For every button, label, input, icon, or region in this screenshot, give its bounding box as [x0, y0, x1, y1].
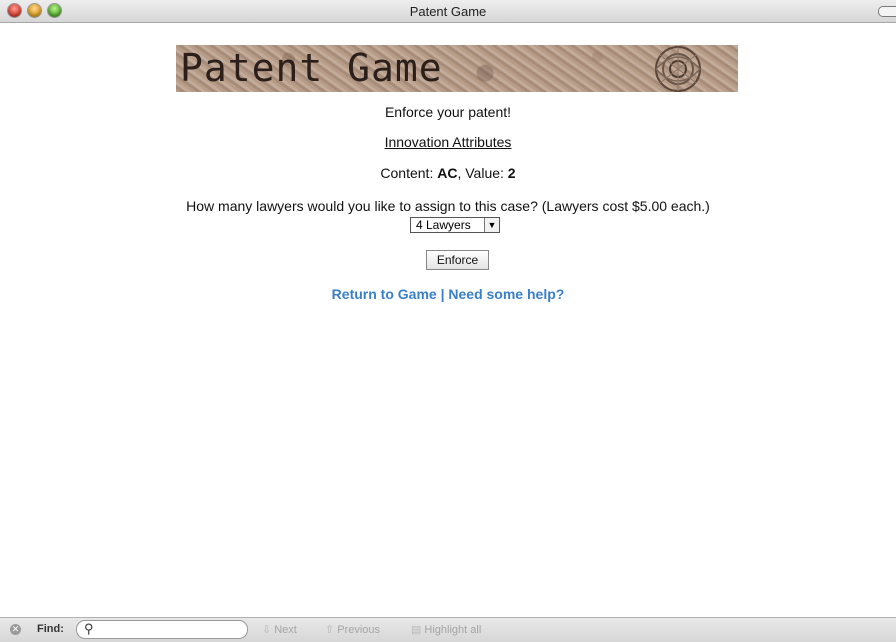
attributes-link-row: Innovation Attributes [0, 134, 896, 150]
innovation-attributes-link[interactable]: Innovation Attributes [385, 134, 512, 150]
arrow-up-icon: ⇧ [325, 624, 335, 636]
highlight-all-button[interactable]: ▤ Highlight all [411, 623, 481, 636]
content-value-line: Content: AC, Value: 2 [0, 165, 896, 181]
page-content: Patent Game Enforce your patent! Innovat… [0, 23, 896, 617]
banner-logo-text: Patent Game [180, 46, 443, 90]
find-input[interactable]: ⚲ [76, 620, 248, 639]
lawyers-question: How many lawyers would you like to assig… [186, 198, 710, 214]
find-next-button[interactable]: ⇩ Next [262, 623, 297, 636]
content-label: Content: [380, 165, 438, 181]
value-value: 2 [507, 165, 516, 181]
ornament-icon [655, 46, 702, 92]
page-heading: Enforce your patent! [384, 104, 512, 120]
chevron-down-icon[interactable]: ▼ [484, 218, 499, 232]
close-icon[interactable]: ✕ [10, 624, 21, 635]
find-label: Find: [37, 623, 64, 635]
window-title: Patent Game [409, 4, 487, 19]
need-help-link[interactable]: Need some help? [448, 286, 564, 302]
lawyers-select[interactable]: 4 Lawyers ▼ [410, 217, 500, 233]
arrow-down-icon: ⇩ [262, 624, 272, 636]
lawyers-select-value: 4 Lawyers [416, 218, 471, 232]
content-value: AC [437, 165, 458, 181]
footer-links: Return to Game | Need some help? [0, 286, 896, 302]
search-icon: ⚲ [84, 621, 94, 636]
find-next-label: Next [274, 624, 297, 636]
toolbar-toggle-button[interactable] [878, 6, 896, 17]
window-titlebar: Patent Game [0, 0, 896, 23]
highlight-icon: ▤ [411, 624, 422, 636]
value-label: , Value: [457, 165, 508, 181]
link-separator: | [436, 286, 449, 302]
find-previous-button[interactable]: ⇧ Previous [325, 623, 380, 636]
highlight-all-label: Highlight all [424, 624, 482, 636]
find-bar: ✕ Find: ⚲ ⇩ Next ⇧ Previous ▤ Highlight all [0, 617, 896, 642]
enforce-button[interactable]: Enforce [426, 250, 489, 270]
find-previous-label: Previous [337, 624, 381, 636]
return-to-game-link[interactable]: Return to Game [332, 286, 437, 302]
banner-image: Patent Game [176, 45, 738, 92]
